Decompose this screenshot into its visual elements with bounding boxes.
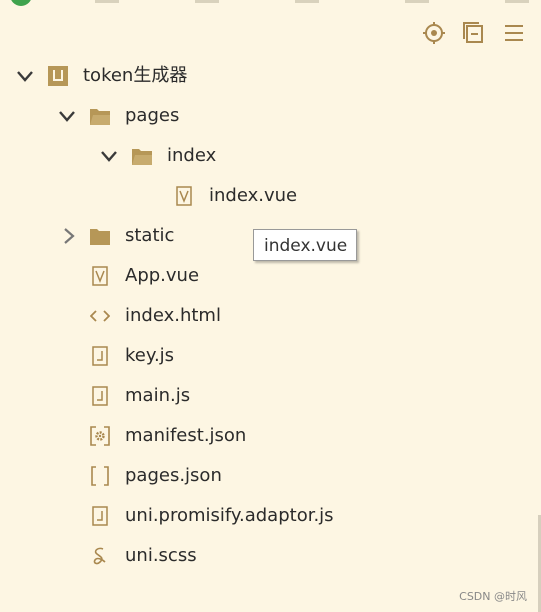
watermark: CSDN @时风 [459, 590, 527, 603]
vue-file-icon [174, 186, 194, 206]
tree-item-label: token生成器 [83, 65, 188, 86]
tree-item-label: index.vue [209, 185, 298, 206]
tree-item-label: index [167, 145, 217, 166]
tree-item-label: uni.promisify.adaptor.js [125, 505, 334, 526]
collapse-all-icon[interactable] [461, 20, 487, 46]
tooltip: index.vue [253, 229, 357, 261]
gear-icon [90, 426, 110, 446]
scss-file-icon [90, 546, 110, 566]
tree-item-pages-json[interactable]: pages.json [0, 456, 541, 496]
locate-file-icon[interactable] [421, 20, 447, 46]
tree-item-promisify-js[interactable]: uni.promisify.adaptor.js [0, 496, 541, 536]
file-tree: token生成器 pages index index.vue static Ap… [0, 56, 541, 576]
app-status-icon [10, 0, 32, 6]
tree-item-label: App.vue [125, 265, 200, 286]
top-strip [0, 0, 541, 10]
tree-item-label: manifest.json [125, 425, 247, 446]
tree-item-project[interactable]: token生成器 [0, 56, 541, 96]
chevron-right-icon[interactable] [60, 228, 78, 244]
tree-item-uni-scss[interactable]: uni.scss [0, 536, 541, 576]
tree-item-index-folder[interactable]: index [0, 136, 541, 176]
js-file-icon [90, 386, 110, 406]
tree-item-label: pages [125, 105, 180, 126]
tree-item-app-vue[interactable]: App.vue [0, 256, 541, 296]
chevron-down-icon[interactable] [100, 148, 118, 164]
tree-item-label: pages.json [125, 465, 222, 486]
explorer-toolbar [421, 20, 527, 46]
project-icon [48, 66, 68, 86]
js-file-icon [90, 506, 110, 526]
html-file-icon [90, 306, 110, 326]
tree-item-index-html[interactable]: index.html [0, 296, 541, 336]
tree-item-pages[interactable]: pages [0, 96, 541, 136]
tree-item-label: static [125, 225, 175, 246]
tree-item-label: key.js [125, 345, 175, 366]
tree-item-manifest-json[interactable]: manifest.json [0, 416, 541, 456]
chevron-down-icon[interactable] [58, 108, 76, 124]
tree-item-label: main.js [125, 385, 191, 406]
vue-file-icon [90, 266, 110, 286]
folder-icon [90, 226, 110, 246]
json-file-icon [90, 466, 110, 486]
menu-icon[interactable] [501, 20, 527, 46]
tree-item-index-vue[interactable]: index.vue [0, 176, 541, 216]
tree-item-main-js[interactable]: main.js [0, 376, 541, 416]
tree-item-label: index.html [125, 305, 221, 326]
tree-item-key-js[interactable]: key.js [0, 336, 541, 376]
folder-open-icon [90, 106, 110, 126]
chevron-down-icon[interactable] [16, 68, 34, 84]
tree-item-label: uni.scss [125, 545, 197, 566]
js-file-icon [90, 346, 110, 366]
folder-open-icon [132, 146, 152, 166]
